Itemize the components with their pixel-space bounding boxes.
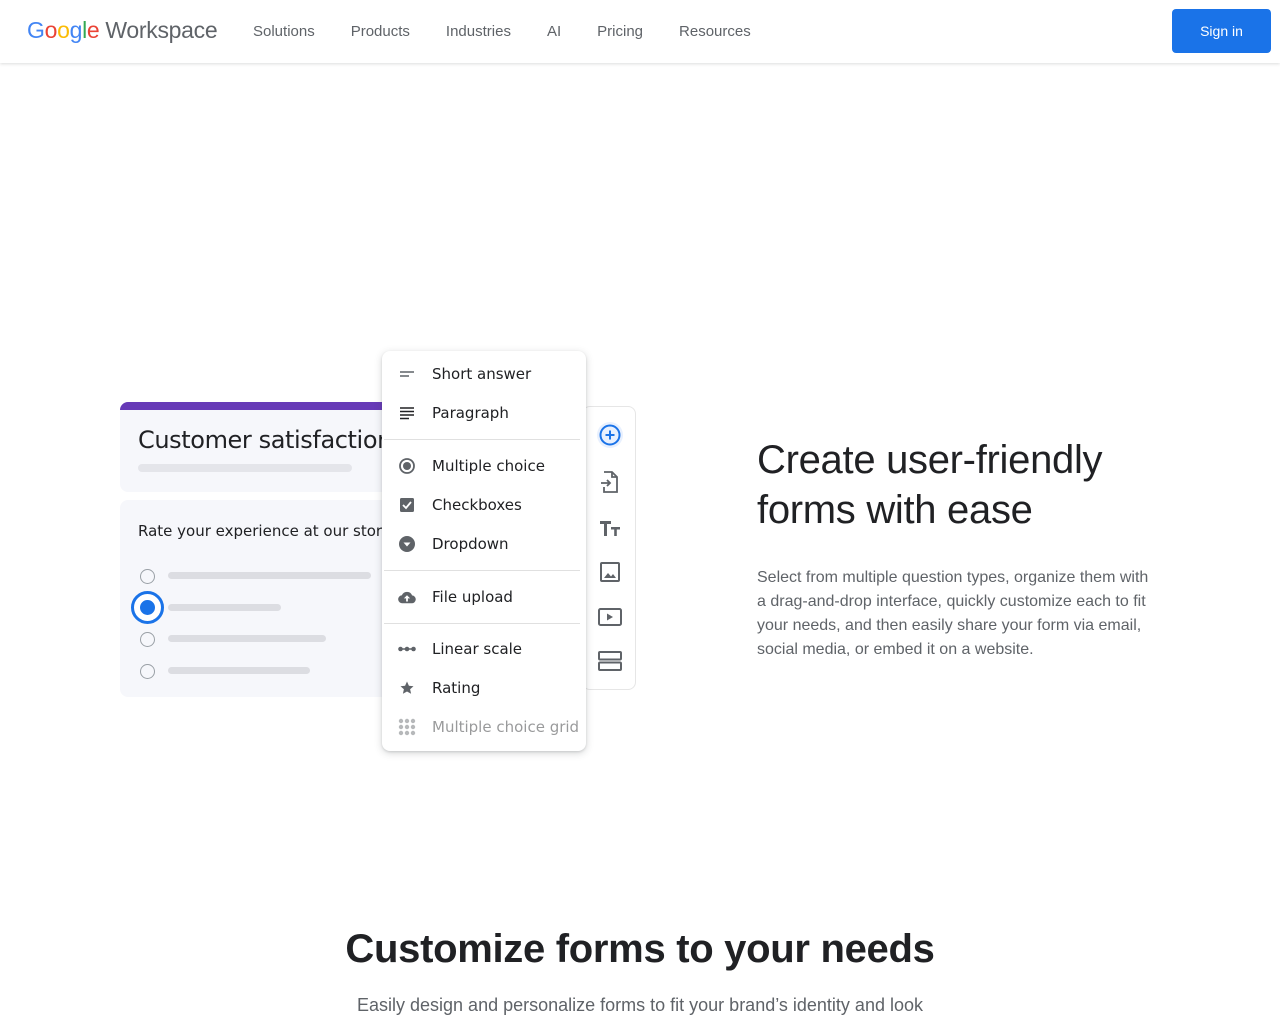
menu-item-multiple-choice[interactable]: Multiple choice — [382, 453, 586, 479]
menu-item-label: Short answer — [432, 365, 532, 383]
dropdown-icon — [398, 535, 416, 553]
menu-item-label: Dropdown — [432, 535, 509, 553]
question-type-menu: Short answer Paragraph Multiple choice C… — [382, 351, 586, 751]
menu-item-paragraph[interactable]: Paragraph — [382, 400, 586, 426]
section-title: Customize forms to your needs — [345, 927, 935, 971]
menu-item-linear-scale[interactable]: Linear scale — [382, 636, 586, 662]
import-questions-icon[interactable] — [596, 468, 624, 496]
google-wordmark: Google — [27, 17, 100, 43]
add-question-icon[interactable] — [596, 421, 624, 449]
paragraph-icon — [398, 404, 416, 422]
sign-in-button[interactable]: Sign in — [1172, 9, 1271, 53]
form-theme-bar — [120, 402, 390, 410]
option-radio — [140, 632, 155, 647]
checkbox-icon — [398, 496, 416, 514]
nav-solutions[interactable]: Solutions — [235, 23, 333, 40]
menu-item-label: Multiple choice grid — [432, 718, 580, 736]
option-placeholder — [168, 572, 371, 579]
menu-item-multiple-choice-grid[interactable]: Multiple choice grid — [382, 714, 586, 740]
menu-item-short-answer[interactable]: Short answer — [382, 361, 586, 387]
option-radio — [140, 569, 155, 584]
menu-item-label: Paragraph — [432, 404, 509, 422]
menu-item-file-upload[interactable]: File upload — [382, 584, 586, 610]
menu-item-label: Multiple choice — [432, 457, 545, 475]
nav-resources[interactable]: Resources — [661, 23, 769, 40]
workspace-wordmark: Workspace — [105, 17, 218, 43]
form-title: Customer satisfaction — [138, 426, 390, 454]
google-workspace-logo[interactable]: Google Workspace — [27, 17, 218, 44]
add-section-icon[interactable] — [596, 647, 624, 675]
menu-item-checkboxes[interactable]: Checkboxes — [382, 492, 586, 518]
menu-item-label: Linear scale — [432, 640, 523, 658]
site-header: Google Workspace Solutions Products Indu… — [0, 0, 1280, 63]
section-subtitle: Easily design and personalize forms to f… — [357, 995, 923, 1015]
option-placeholder — [168, 635, 326, 642]
feature-headline: Create user-friendly forms with ease — [757, 438, 1103, 532]
nav-industries[interactable]: Industries — [428, 23, 529, 40]
grid-icon — [398, 718, 416, 736]
menu-item-dropdown[interactable]: Dropdown — [382, 531, 586, 557]
add-title-icon[interactable] — [596, 514, 624, 542]
nav-pricing[interactable]: Pricing — [579, 23, 661, 40]
star-icon — [398, 679, 416, 697]
menu-divider — [384, 439, 580, 440]
form-side-toolbar — [582, 406, 636, 690]
menu-divider — [384, 570, 580, 571]
question-text: Rate your experience at our store — [138, 522, 391, 540]
add-video-icon[interactable] — [596, 603, 624, 631]
menu-divider — [384, 623, 580, 624]
form-description-placeholder — [138, 464, 352, 472]
menu-item-rating[interactable]: Rating — [382, 675, 586, 701]
selected-radio — [131, 591, 164, 624]
menu-item-label: File upload — [432, 588, 513, 606]
add-image-icon[interactable] — [596, 558, 624, 586]
linear-scale-icon — [398, 640, 416, 658]
main-nav: Solutions Products Industries AI Pricing… — [235, 0, 769, 63]
menu-item-label: Rating — [432, 679, 481, 697]
feature-description: Select from multiple question types, org… — [757, 569, 1149, 658]
option-placeholder — [168, 667, 310, 674]
short-answer-icon — [398, 365, 416, 383]
nav-ai[interactable]: AI — [529, 23, 579, 40]
form-header-card: Customer satisfaction — [120, 402, 390, 492]
option-radio — [140, 664, 155, 679]
cloud-upload-icon — [398, 588, 416, 606]
nav-products[interactable]: Products — [333, 23, 428, 40]
radio-button-icon — [398, 457, 416, 475]
option-placeholder — [168, 604, 281, 611]
menu-item-label: Checkboxes — [432, 496, 522, 514]
